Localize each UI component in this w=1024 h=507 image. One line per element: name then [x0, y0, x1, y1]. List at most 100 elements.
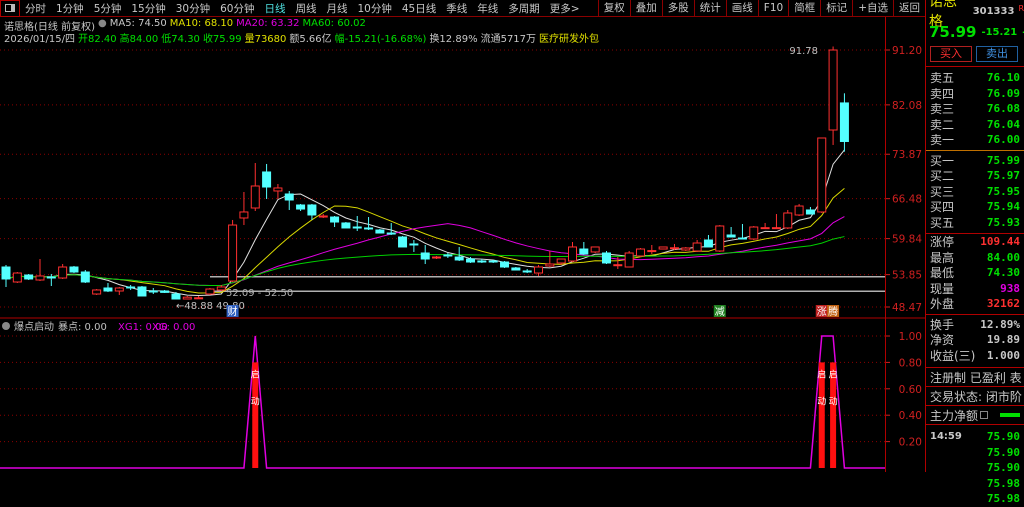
bp-label: 暴点: 0.00	[58, 321, 107, 333]
signal-text: 启	[817, 368, 826, 380]
candle-up	[556, 258, 566, 264]
tick-row: 14:59 75.90	[926, 429, 1024, 445]
candle-up	[114, 287, 124, 292]
candle-down	[454, 256, 464, 261]
row-label: 卖一	[930, 133, 955, 148]
row-value: 84.00	[986, 250, 1020, 264]
quote-panel: 诺思格 301333 R 75.99 -15.21 -1 买入 卖出 卖五76.…	[926, 0, 1024, 505]
price-tick-label: 53.85	[892, 270, 922, 282]
fundamentals-list: 换手 12.89% 净资 19.89 收益(三) 1.000	[926, 315, 1024, 364]
row-value: 109.44	[980, 235, 1020, 249]
candle-up	[760, 227, 770, 230]
row-label: 净资	[930, 333, 955, 348]
main-flow-label: 主力净额	[930, 408, 979, 423]
stats2-row: 收益(三) 1.000	[926, 348, 1024, 364]
event-marker-text: 腾	[828, 305, 838, 318]
stats2-row: 换手 12.89%	[926, 317, 1024, 333]
candle-down	[352, 226, 362, 229]
stats-list: 涨停 109.44 最高 84.00 最低 74.30 现量 938 外盘 32162	[926, 234, 1024, 312]
candle-down	[420, 252, 430, 260]
bids-row: 买一 75.99	[926, 153, 1024, 169]
tick-price: 75.90	[986, 430, 1020, 444]
candle-up	[12, 272, 22, 283]
row-label: 买二	[930, 169, 955, 184]
row-label: 卖二	[930, 117, 955, 132]
price-tick-label: 66.48	[892, 194, 922, 206]
range-label: 52.09 - 52.50	[226, 288, 293, 299]
candle-down	[737, 237, 747, 240]
candle-up	[545, 263, 555, 267]
tick-price: 75.90	[986, 461, 1020, 475]
candle-down	[477, 260, 487, 263]
candle-up	[58, 266, 68, 279]
indicator-tick-label: 0.40	[899, 410, 922, 422]
candle-up	[794, 205, 804, 216]
candle-down	[171, 293, 181, 300]
buy-button[interactable]: 买入	[930, 46, 972, 62]
candle-down	[296, 204, 306, 210]
price-change: -15.21	[981, 26, 1018, 38]
tick-row: 75.98	[926, 476, 1024, 492]
candle-up	[783, 212, 793, 229]
row-label: 换手	[930, 317, 955, 332]
stats2-row: 净资 19.89	[926, 332, 1024, 348]
stats-row: 最低 74.30	[926, 265, 1024, 281]
tick-list: 14:59 75.90 75.90 75.90 75.98 75.98	[926, 425, 1024, 507]
candle-down	[443, 254, 453, 257]
candle-up	[205, 288, 215, 295]
candle-down	[103, 287, 113, 292]
signal-text: 动	[829, 396, 838, 407]
sell-button[interactable]: 卖出	[976, 46, 1018, 62]
last-price: 75.99	[929, 23, 977, 41]
ma5-line	[5, 149, 845, 297]
row-label: 买五	[930, 215, 955, 230]
indicator-tick-label: 0.60	[899, 384, 922, 396]
candle-down	[262, 171, 272, 188]
candle-up	[635, 248, 645, 257]
row-value: 76.04	[986, 117, 1020, 131]
indicator-tick-label: 1.00	[899, 331, 922, 343]
signal-text: 动	[251, 396, 260, 407]
row-value: 32162	[986, 297, 1020, 311]
candle-down	[579, 248, 589, 255]
candle-down	[601, 252, 611, 264]
flow-menu-icon[interactable]	[980, 411, 989, 419]
bid-list: 买一 75.99 买二 75.97 买三 75.95 买四 75.94 买五 75.93	[926, 153, 1024, 231]
stats-row: 外盘 32162	[926, 296, 1024, 312]
axis-divider	[885, 17, 886, 472]
bids-row: 买四 75.94	[926, 199, 1024, 215]
candle-down	[805, 209, 815, 215]
candlestick-chart[interactable]: 91.20 82.08 73.87 66.48 59.84 53.85 48.47 1.00 0…	[0, 0, 925, 472]
tick-time: 14:59	[930, 431, 962, 443]
badge: R	[1018, 3, 1024, 13]
event-marker-text: 涨	[817, 306, 827, 318]
tick-row: 75.90	[926, 445, 1024, 461]
candle-up	[590, 246, 600, 253]
row-value: 12.89%	[980, 317, 1020, 331]
candle-up	[228, 224, 238, 282]
candle-up	[715, 225, 725, 252]
signal-text: 动	[817, 396, 826, 407]
candle-down	[522, 270, 532, 273]
candle-down	[386, 232, 396, 235]
row-label: 卖四	[930, 86, 955, 101]
candle-down	[307, 204, 317, 216]
price-tick-label: 91.20	[892, 45, 922, 57]
registration-info: 注册制 已盈利 表	[926, 368, 1024, 386]
tick-price: 75.98	[986, 476, 1020, 490]
candle-down	[375, 229, 385, 234]
tick-row: 75.98	[926, 491, 1024, 507]
row-label: 最高	[930, 250, 955, 265]
candle-down	[148, 290, 158, 293]
candle-down	[69, 266, 79, 273]
indicator-settings-icon[interactable]	[2, 322, 10, 330]
signal-line	[0, 335, 885, 469]
bids-row: 买二 75.97	[926, 168, 1024, 184]
stats-row: 涨停 109.44	[926, 234, 1024, 250]
candle-down	[80, 271, 90, 283]
row-value: 76.09	[986, 86, 1020, 100]
row-value: 75.97	[986, 169, 1020, 183]
candle-up	[318, 215, 328, 218]
candle-up	[669, 247, 679, 250]
trade-status-text: 交易状态: 闭市阶	[930, 389, 1022, 404]
